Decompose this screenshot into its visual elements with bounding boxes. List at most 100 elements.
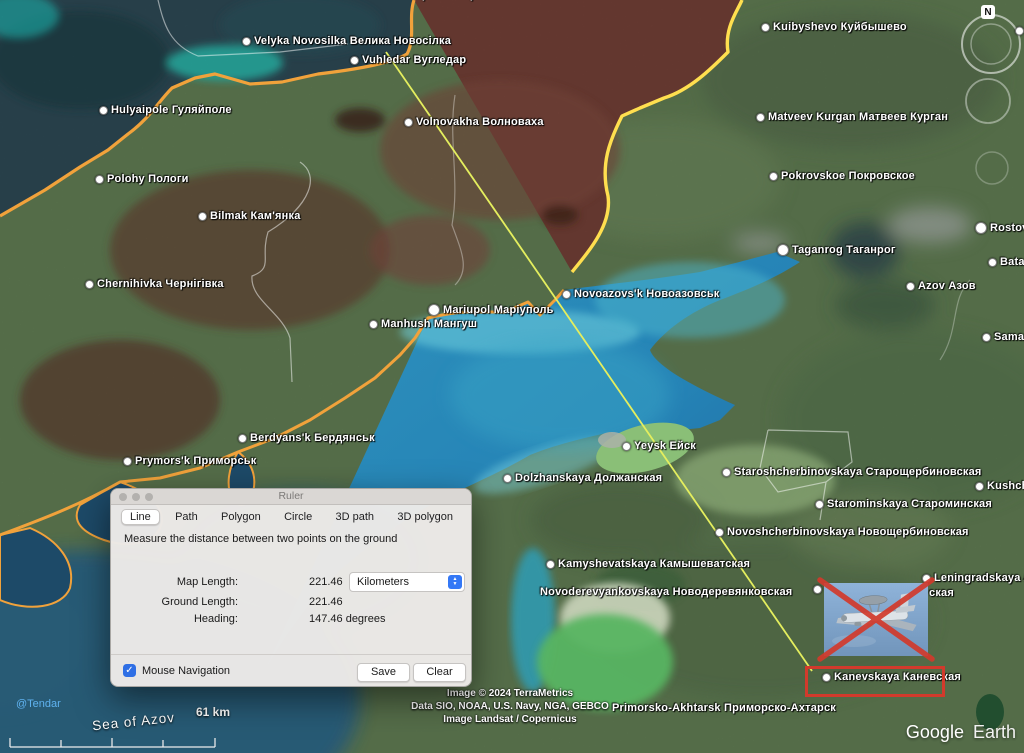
tab-polygon[interactable]: Polygon <box>213 510 269 524</box>
place-label[interactable]: Kuibyshevo Куйбышево <box>761 21 907 33</box>
ruler-title: Ruler <box>111 490 471 502</box>
place-label[interactable]: Primorsko-Akhtarsk Приморско-Ахтарск <box>612 702 836 714</box>
place-name: Rostov-on <box>990 222 1024 234</box>
place-label[interactable]: Vuhledar Вугледар <box>350 54 466 66</box>
place-label[interactable]: Velyka Novosilka Велика Новосілка <box>242 35 451 47</box>
place-label[interactable]: Manhush Мангуш <box>369 318 477 330</box>
place-label[interactable] <box>1015 27 1024 36</box>
place-dot[interactable] <box>715 528 724 537</box>
place-dot[interactable] <box>988 258 997 267</box>
place-dot[interactable] <box>238 434 247 443</box>
map-attribution: Image © 2024 TerraMetrics Data SIO, NOAA… <box>411 687 609 726</box>
dialog-separator <box>111 654 471 655</box>
place-dot[interactable] <box>369 320 378 329</box>
place-dot[interactable] <box>350 56 359 65</box>
attribution-line-3: Image Landsat / Copernicus <box>411 713 609 726</box>
ruler-description: Measure the distance between two points … <box>124 533 397 545</box>
place-label[interactable]: Pokrovskoe Покровское <box>769 170 915 182</box>
place-dot[interactable] <box>756 113 765 122</box>
mouse-navigation-checkbox[interactable]: ✓ <box>123 664 136 677</box>
place-dot[interactable] <box>722 468 731 477</box>
place-dot[interactable] <box>1015 27 1024 36</box>
tab-circle[interactable]: Circle <box>276 510 320 524</box>
place-name: Kuibyshevo Куйбышево <box>773 21 907 33</box>
place-label[interactable]: Azov Азов <box>906 280 976 292</box>
kanevskaya-highlight-box <box>805 666 945 697</box>
place-dot[interactable] <box>99 106 108 115</box>
place-label[interactable]: Polohy Пологи <box>95 173 189 185</box>
place-dot[interactable] <box>95 175 104 184</box>
place-label[interactable]: Hulyaipole Гуляйполе <box>99 104 232 116</box>
place-label[interactable]: Kushchyov <box>975 480 1024 492</box>
place-dot[interactable] <box>982 333 991 342</box>
place-name: Vuhledar Вугледар <box>362 54 466 66</box>
attribution-line-1: Image © 2024 TerraMetrics <box>411 687 609 700</box>
logo-google: Google <box>906 722 964 742</box>
place-dot[interactable] <box>562 290 571 299</box>
place-label[interactable]: Rostov-on <box>975 222 1024 234</box>
mouse-navigation-label: Mouse Navigation <box>142 665 230 677</box>
place-name: Berdyans'k Бердянськ <box>250 432 375 444</box>
place-label[interactable]: Volnovakha Волноваха <box>404 116 544 128</box>
place-dot[interactable] <box>428 304 440 316</box>
place-name: Bilmak Кам'янка <box>210 210 301 222</box>
place-dot[interactable] <box>777 244 789 256</box>
place-label[interactable]: Kamyshevatskaya Камышеватская <box>546 558 750 570</box>
mouse-navigation-row: ✓ Mouse Navigation <box>123 664 230 677</box>
place-dot[interactable] <box>769 172 778 181</box>
place-dot[interactable] <box>85 280 94 289</box>
place-name: Mariupol Маріуполь <box>443 304 554 316</box>
place-label[interactable]: Марінка Марінка <box>406 0 499 1</box>
tab-3d-path[interactable]: 3D path <box>328 510 383 524</box>
place-label[interactable]: Novoshcherbinovskaya Новощербиновская <box>715 526 969 538</box>
place-dot[interactable] <box>404 118 413 127</box>
place-label[interactable]: Samarsk <box>982 331 1024 343</box>
google-earth-logo: Google Earth <box>906 722 1016 743</box>
place-dot[interactable] <box>242 37 251 46</box>
place-dot[interactable] <box>198 212 207 221</box>
place-name: Manhush Мангуш <box>381 318 477 330</box>
place-label[interactable]: Bilmak Кам'янка <box>198 210 301 222</box>
clear-button[interactable]: Clear <box>413 663 466 682</box>
ruler-titlebar[interactable]: Ruler <box>111 489 471 505</box>
place-label[interactable]: Starominskaya Староминская <box>815 498 992 510</box>
place-name: Novoshcherbinovskaya Новощербиновская <box>727 526 969 538</box>
place-label[interactable]: Novoderevyankovskaya Новодеревянковская <box>540 586 792 598</box>
place-label[interactable]: Berdyans'k Бердянськ <box>238 432 375 444</box>
tab-3d-polygon[interactable]: 3D polygon <box>389 510 461 524</box>
place-label[interactable]: Yeysk Ейск <box>622 440 696 452</box>
tab-line[interactable]: Line <box>121 509 160 525</box>
place-label[interactable]: Mariupol Маріуполь <box>428 304 554 316</box>
place-label[interactable]: ская <box>929 587 954 599</box>
place-dot[interactable] <box>622 442 631 451</box>
place-name: Hulyaipole Гуляйполе <box>111 104 232 116</box>
save-button[interactable]: Save <box>357 663 410 682</box>
place-dot[interactable] <box>975 482 984 491</box>
place-name: Марінка Марінка <box>406 0 499 1</box>
place-dot[interactable] <box>975 222 987 234</box>
place-dot[interactable] <box>123 457 132 466</box>
place-label[interactable]: Taganrog Таганрог <box>777 244 896 256</box>
ruler-dialog: Ruler Line Path Polygon Circle 3D path 3… <box>110 488 472 687</box>
place-dot[interactable] <box>815 500 824 509</box>
place-label[interactable]: Prymors'k Приморськ <box>123 455 256 467</box>
place-dot[interactable] <box>906 282 915 291</box>
place-label[interactable]: Novoazovs'k Новоазовськ <box>562 288 720 300</box>
place-dot[interactable] <box>813 585 822 594</box>
place-label[interactable]: Matveev Kurgan Матвеев Курган <box>756 111 948 123</box>
place-label[interactable]: Staroshcherbinovskaya Старощербиновская <box>722 466 982 478</box>
compass-north-button[interactable]: N <box>981 5 995 19</box>
place-dot[interactable] <box>546 560 555 569</box>
place-dot[interactable] <box>761 23 770 32</box>
place-dot[interactable] <box>503 474 512 483</box>
google-earth-window: Марінка Марінка Velyka Novosilka Велика Н… <box>0 0 1024 753</box>
ruler-tabs: Line Path Polygon Circle 3D path 3D poly… <box>121 508 461 525</box>
place-label[interactable]: Bataysk <box>988 256 1024 268</box>
unit-dropdown[interactable]: Kilometers ▲▼ <box>349 572 465 592</box>
place-label[interactable]: Leningradskaya Лени <box>922 572 1024 584</box>
dropdown-stepper-icon[interactable]: ▲▼ <box>448 575 462 589</box>
place-label[interactable]: Chernihivka Чернігівка <box>85 278 224 290</box>
place-name: Pokrovskoe Покровское <box>781 170 915 182</box>
place-label[interactable]: Dolzhanskaya Должанская <box>503 472 662 484</box>
tab-path[interactable]: Path <box>167 510 206 524</box>
